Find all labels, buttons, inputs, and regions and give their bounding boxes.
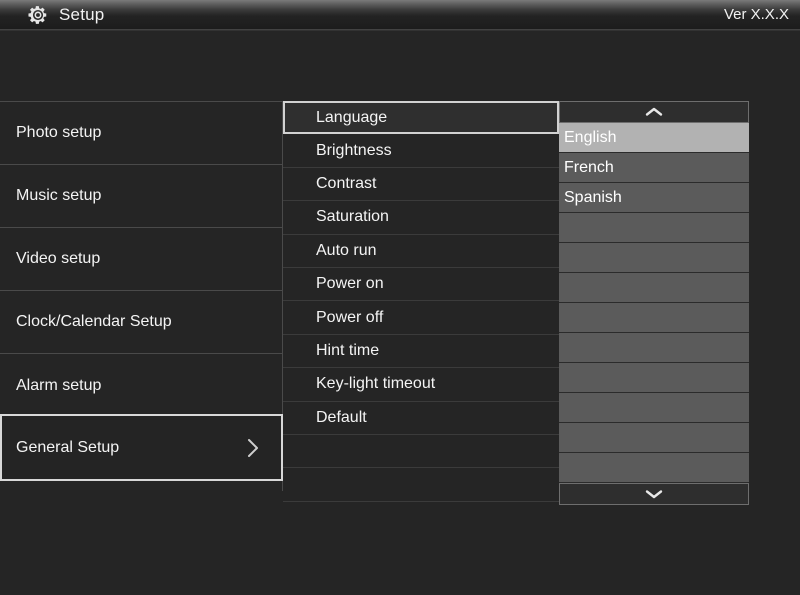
- setting-item-brightness[interactable]: Brightness: [283, 134, 559, 168]
- setting-item-default[interactable]: Default: [283, 402, 559, 435]
- sidebar-item-label: Photo setup: [16, 124, 102, 141]
- scroll-up-button[interactable]: [559, 101, 749, 123]
- setting-item-saturation[interactable]: Saturation: [283, 201, 559, 235]
- settings-list: Language Brightness Contrast Saturation …: [283, 101, 560, 502]
- option-list: English French Spanish: [559, 101, 749, 505]
- option-item-empty: [559, 333, 749, 363]
- option-item-empty: [559, 273, 749, 303]
- option-item-label: Spanish: [564, 188, 622, 206]
- option-item-empty: [559, 303, 749, 333]
- option-item-empty: [559, 453, 749, 483]
- page-title: Setup: [59, 5, 105, 24]
- sidebar-item-general-setup[interactable]: General Setup: [0, 414, 283, 481]
- setting-item-language[interactable]: Language: [283, 101, 559, 135]
- sidebar-item-label: General Setup: [16, 438, 120, 456]
- sidebar-item-label: Music setup: [16, 187, 102, 204]
- setting-item-power-off[interactable]: Power off: [283, 301, 559, 335]
- titlebar-divider: [0, 29, 800, 31]
- sidebar-item-label: Video setup: [16, 250, 101, 267]
- setting-item-label: Saturation: [316, 208, 389, 226]
- option-item-spanish[interactable]: Spanish: [559, 183, 749, 213]
- option-item-english[interactable]: English: [559, 123, 749, 153]
- setting-item-auto-run[interactable]: Auto run: [283, 235, 559, 268]
- setting-item-label: Language: [316, 108, 388, 126]
- option-item-empty: [559, 243, 749, 273]
- gear-icon: [27, 4, 49, 26]
- sidebar-item-music-setup[interactable]: Music setup: [0, 165, 282, 228]
- setting-item-label: Hint time: [316, 341, 380, 359]
- setting-item-label: Key-light timeout: [316, 375, 436, 393]
- title-bar: Setup Ver X.X.X: [0, 0, 800, 29]
- sidebar-item-label: Clock/Calendar Setup: [16, 313, 172, 330]
- setting-item-key-light-timeout[interactable]: Key-light timeout: [283, 368, 559, 402]
- sidebar-item-video-setup[interactable]: Video setup: [0, 228, 282, 291]
- option-item-empty: [559, 363, 749, 393]
- option-item-empty: [559, 213, 749, 243]
- version-label: Ver X.X.X: [723, 6, 789, 23]
- chevron-right-icon: [247, 438, 259, 458]
- sidebar-item-photo-setup[interactable]: Photo setup: [0, 102, 282, 165]
- setting-item-contrast[interactable]: Contrast: [283, 168, 559, 202]
- setting-item-label: Auto run: [316, 241, 377, 259]
- setting-item-empty: [283, 435, 559, 469]
- option-item-label: French: [564, 158, 614, 176]
- setup-screen: Setup Ver X.X.X Photo setup Music setup …: [0, 0, 800, 595]
- setting-item-hint-time[interactable]: Hint time: [283, 335, 559, 369]
- sidebar-item-clock-calendar-setup[interactable]: Clock/Calendar Setup: [0, 291, 282, 354]
- setting-item-label: Power off: [316, 308, 384, 326]
- setting-item-label: Contrast: [316, 174, 377, 192]
- setting-item-label: Brightness: [316, 141, 392, 159]
- setting-item-label: Default: [316, 408, 367, 426]
- scroll-down-button[interactable]: [559, 483, 749, 505]
- option-item-empty: [559, 423, 749, 453]
- setting-item-power-on[interactable]: Power on: [283, 268, 559, 302]
- setting-item-empty: [283, 468, 559, 502]
- option-item-label: English: [564, 128, 617, 146]
- sidebar-item-alarm-setup[interactable]: Alarm setup: [0, 354, 282, 417]
- sidebar-item-label: Alarm setup: [16, 376, 102, 394]
- option-item-french[interactable]: French: [559, 153, 749, 183]
- setting-item-label: Power on: [316, 275, 384, 293]
- option-item-empty: [559, 393, 749, 423]
